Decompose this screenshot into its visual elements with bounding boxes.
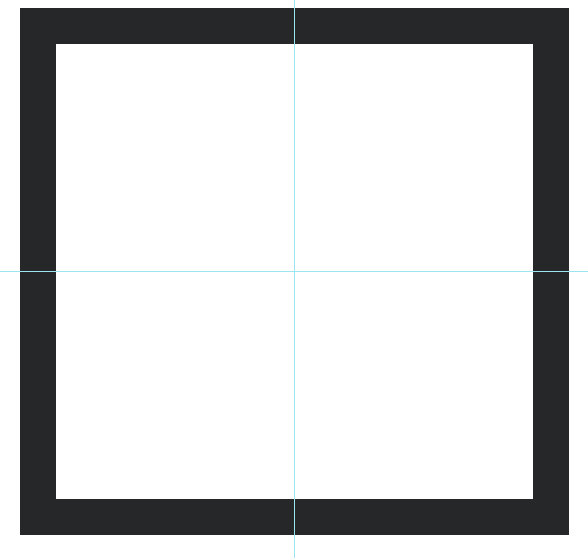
design-canvas[interactable] [0,0,588,558]
rectangle-frame-shape[interactable] [20,8,569,535]
